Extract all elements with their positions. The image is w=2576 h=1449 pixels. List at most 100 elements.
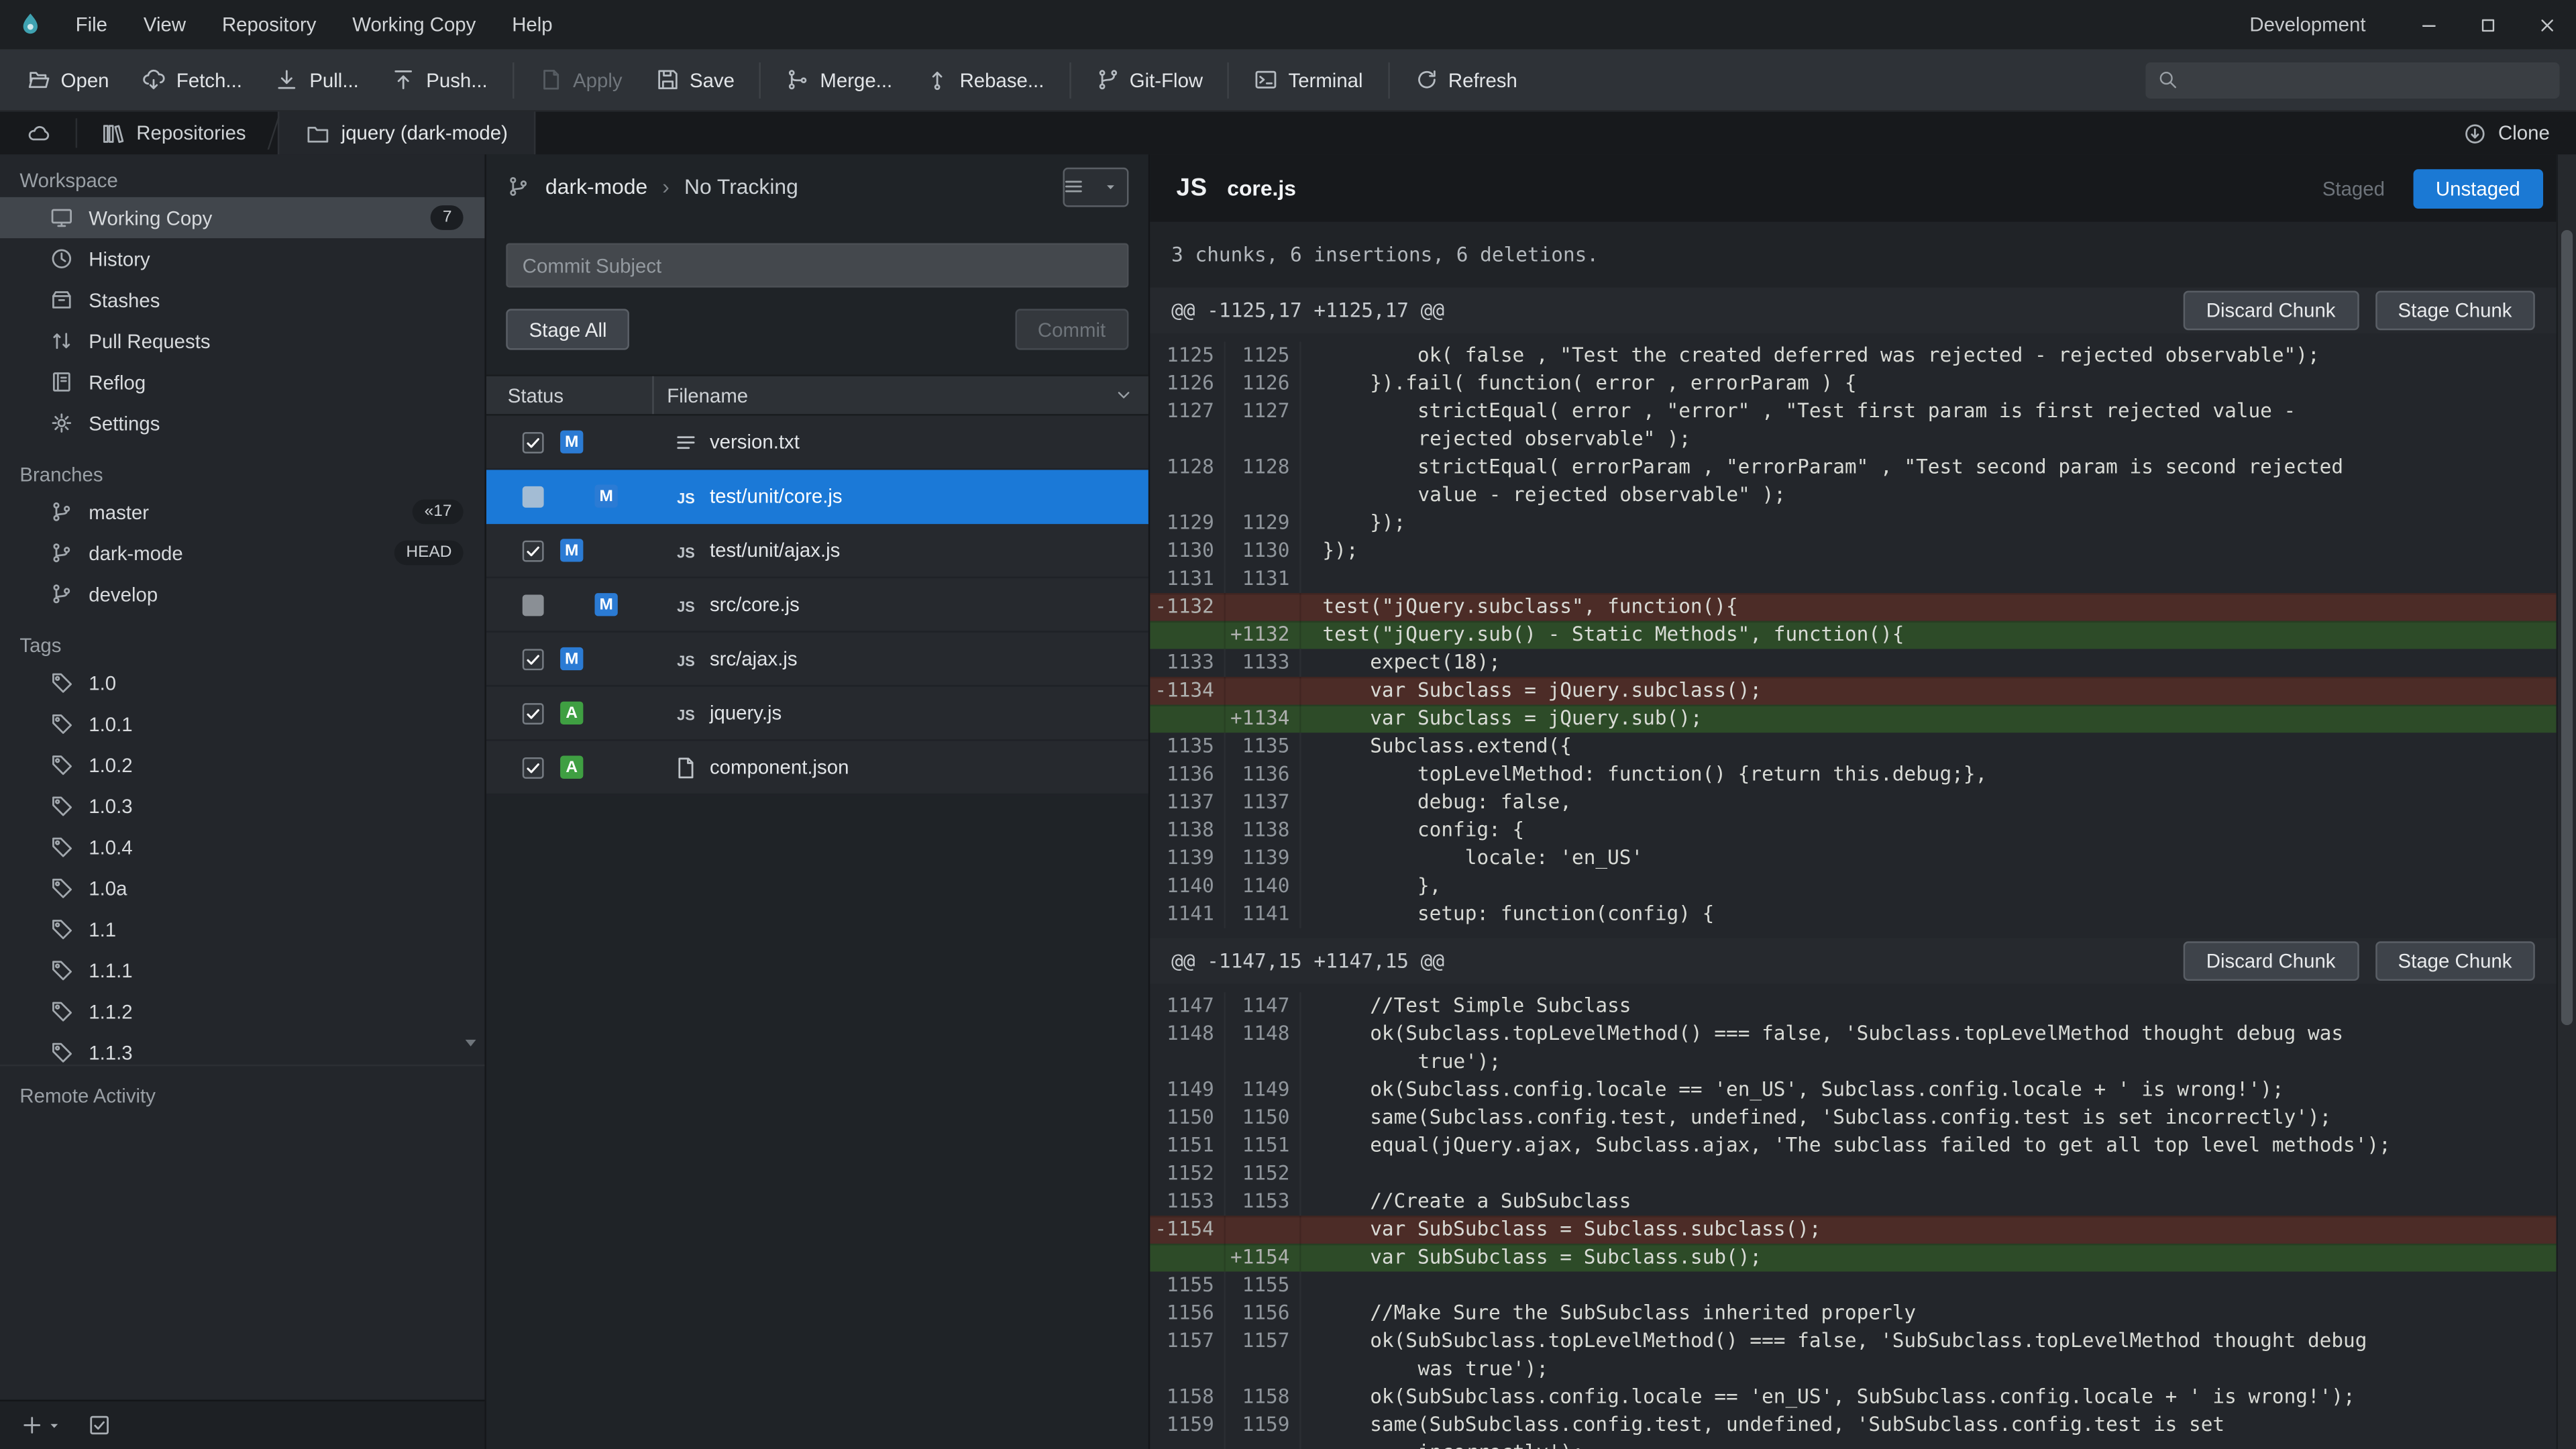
stage-checkbox[interactable] bbox=[523, 757, 544, 778]
sidebar-item-1-1-3[interactable]: 1.1.3 bbox=[0, 1032, 484, 1065]
file-row-src-ajax-js[interactable]: MJSsrc/ajax.js bbox=[486, 633, 1148, 687]
stage-checkbox[interactable] bbox=[523, 486, 544, 507]
sidebar-item-history[interactable]: History bbox=[0, 238, 484, 279]
sidebar-item-1-0[interactable]: 1.0 bbox=[0, 662, 484, 703]
add-repository-button[interactable] bbox=[19, 1413, 60, 1438]
sidebar-item-reflog[interactable]: Reflog bbox=[0, 362, 484, 402]
menu-working-copy[interactable]: Working Copy bbox=[334, 0, 494, 49]
discard-chunk-button[interactable]: Discard Chunk bbox=[2183, 290, 2358, 330]
scrollbar-thumb[interactable] bbox=[2561, 230, 2573, 1025]
diff-line[interactable]: 11591159 same(SubSubclass.config.test, u… bbox=[1150, 1411, 2556, 1449]
menu-help[interactable]: Help bbox=[494, 0, 570, 49]
staged-tab[interactable]: Staged bbox=[2300, 168, 2408, 208]
diff-line[interactable]: 11251125 ok( false , "Test the created d… bbox=[1150, 341, 2556, 370]
column-status[interactable]: Status bbox=[486, 384, 652, 407]
diff-line[interactable]: 11561156 //Make Sure the SubSubclass inh… bbox=[1150, 1299, 2556, 1328]
sidebar-item-1-0-4[interactable]: 1.0.4 bbox=[0, 826, 484, 867]
file-row-version-txt[interactable]: Mversion.txt bbox=[486, 416, 1148, 470]
remote-accounts-button[interactable] bbox=[0, 112, 76, 155]
diff-line[interactable]: -1132test("jQuery.subclass", function(){ bbox=[1150, 593, 2556, 621]
diff-line[interactable]: +1132test("jQuery.sub() - Static Methods… bbox=[1150, 621, 2556, 649]
stage-checkbox[interactable] bbox=[523, 702, 544, 724]
diff-line[interactable]: 11261126 }).fail( function( error , erro… bbox=[1150, 370, 2556, 398]
diff-line[interactable]: 11301130}); bbox=[1150, 537, 2556, 566]
file-row-component-json[interactable]: Acomponent.json bbox=[486, 741, 1148, 795]
sidebar-item-1-0-3[interactable]: 1.0.3 bbox=[0, 786, 484, 826]
menu-repository[interactable]: Repository bbox=[204, 0, 334, 49]
search-input[interactable] bbox=[2187, 68, 2548, 91]
repo-tab-jquery-dark-mode[interactable]: jquery (dark-mode) bbox=[277, 112, 535, 155]
diff-line[interactable]: 11481148 ok(Subclass.topLevelMethod() ==… bbox=[1150, 1020, 2556, 1076]
diff-line[interactable]: 11381138 config: { bbox=[1150, 816, 2556, 845]
toolbar-button-save[interactable]: Save bbox=[639, 56, 751, 103]
diff-line[interactable]: 11291129 }); bbox=[1150, 509, 2556, 537]
diff-line[interactable]: 11511151 equal(jQuery.ajax, Subclass.aja… bbox=[1150, 1132, 2556, 1160]
unstaged-tab[interactable]: Unstaged bbox=[2413, 168, 2543, 208]
menu-file[interactable]: File bbox=[58, 0, 125, 49]
toolbar-button-rebase[interactable]: Rebase... bbox=[909, 56, 1061, 103]
sidebar-item-1-0a[interactable]: 1.0a bbox=[0, 867, 484, 908]
diff-line[interactable]: 11471147 //Test Simple Subclass bbox=[1150, 992, 2556, 1020]
sidebar-item-1-1[interactable]: 1.1 bbox=[0, 908, 484, 949]
file-row-test-unit-ajax-js[interactable]: MJStest/unit/ajax.js bbox=[486, 524, 1148, 578]
sidebar-item-settings[interactable]: Settings bbox=[0, 402, 484, 443]
sidebar-item-develop[interactable]: develop bbox=[0, 574, 484, 614]
minimize-button[interactable] bbox=[2399, 0, 2458, 49]
stage-checkbox[interactable] bbox=[523, 648, 544, 669]
toolbar-button-merge[interactable]: Merge... bbox=[769, 56, 908, 103]
diff-line[interactable]: 11311131 bbox=[1150, 565, 2556, 593]
diff-line[interactable]: 11361136 topLevelMethod: function() {ret… bbox=[1150, 761, 2556, 789]
diff-line[interactable]: 11351135 Subclass.extend({ bbox=[1150, 733, 2556, 761]
toolbar-button-refresh[interactable]: Refresh bbox=[1397, 56, 1534, 103]
commit-button[interactable]: Commit bbox=[1015, 309, 1129, 350]
maximize-button[interactable] bbox=[2458, 0, 2517, 49]
stage-checkbox[interactable] bbox=[523, 594, 544, 615]
toolbar-button-git-flow[interactable]: Git-Flow bbox=[1079, 56, 1220, 103]
file-row-src-core-js[interactable]: MJSsrc/core.js bbox=[486, 578, 1148, 633]
sidebar-item-stashes[interactable]: Stashes bbox=[0, 279, 484, 320]
toolbar-button-push[interactable]: Push... bbox=[375, 56, 504, 103]
stage-checkbox[interactable] bbox=[523, 431, 544, 453]
close-button[interactable] bbox=[2517, 0, 2576, 49]
sidebar-item-1-1-1[interactable]: 1.1.1 bbox=[0, 950, 484, 991]
sidebar-item-1-1-2[interactable]: 1.1.2 bbox=[0, 991, 484, 1032]
diff-line[interactable]: 11401140 }, bbox=[1150, 872, 2556, 900]
toolbar-button-pull[interactable]: Pull... bbox=[258, 56, 375, 103]
diff-line[interactable]: 11371137 debug: false, bbox=[1150, 789, 2556, 817]
repositories-tab[interactable]: Repositories bbox=[77, 112, 269, 155]
column-options-button[interactable] bbox=[1109, 384, 1138, 406]
sidebar-item-1-0-2[interactable]: 1.0.2 bbox=[0, 744, 484, 785]
toolbar-button-open[interactable]: Open bbox=[10, 56, 125, 103]
file-list-options-button[interactable] bbox=[1063, 167, 1128, 207]
diff-line[interactable]: 11391139 locale: 'en_US' bbox=[1150, 845, 2556, 873]
file-row-jquery-js[interactable]: AJSjquery.js bbox=[486, 687, 1148, 741]
diff-line[interactable]: 11571157 ok(SubSubclass.topLevelMethod()… bbox=[1150, 1328, 2556, 1383]
clone-button[interactable]: Clone bbox=[2436, 112, 2576, 155]
diff-line[interactable]: 11411141 setup: function(config) { bbox=[1150, 900, 2556, 928]
diff-line[interactable]: 11331133 expect(18); bbox=[1150, 649, 2556, 677]
sidebar-scroll-down-button[interactable] bbox=[460, 1032, 482, 1053]
column-filename[interactable]: Filename bbox=[652, 376, 1109, 414]
diff-line[interactable]: -1154 var SubSubclass = Subclass.subclas… bbox=[1150, 1216, 2556, 1244]
sidebar-item-pull-requests[interactable]: Pull Requests bbox=[0, 321, 484, 362]
stage-chunk-button[interactable]: Stage Chunk bbox=[2375, 941, 2535, 981]
search-box[interactable] bbox=[2145, 62, 2559, 98]
diff-line[interactable]: 11521152 bbox=[1150, 1160, 2556, 1188]
commit-subject-input[interactable] bbox=[506, 243, 1128, 287]
sidebar-item-working-copy[interactable]: Working Copy7 bbox=[0, 197, 484, 238]
diff-line[interactable]: +1134 var Subclass = jQuery.sub(); bbox=[1150, 705, 2556, 733]
toolbar-button-apply[interactable]: Apply bbox=[522, 56, 639, 103]
diff-line[interactable]: 11281128 strictEqual( errorParam , "erro… bbox=[1150, 453, 2556, 509]
toolbar-button-fetch[interactable]: Fetch... bbox=[125, 56, 258, 103]
diff-line[interactable]: 11581158 ok(SubSubclass.config.locale ==… bbox=[1150, 1383, 2556, 1411]
file-row-test-unit-core-js[interactable]: MJStest/unit/core.js bbox=[486, 470, 1148, 524]
sidebar-item-master[interactable]: master«17 bbox=[0, 491, 484, 532]
toolbar-button-terminal[interactable]: Terminal bbox=[1238, 56, 1379, 103]
stage-all-button[interactable]: Stage All bbox=[506, 309, 630, 350]
diff-line[interactable]: 11531153 //Create a SubSubclass bbox=[1150, 1188, 2556, 1216]
file-status-view-button[interactable] bbox=[87, 1413, 112, 1438]
diff-line[interactable]: 11491149 ok(Subclass.config.locale == 'e… bbox=[1150, 1076, 2556, 1104]
stage-checkbox[interactable] bbox=[523, 539, 544, 561]
sidebar-item-dark-mode[interactable]: dark-modeHEAD bbox=[0, 532, 484, 573]
discard-chunk-button[interactable]: Discard Chunk bbox=[2183, 941, 2358, 981]
